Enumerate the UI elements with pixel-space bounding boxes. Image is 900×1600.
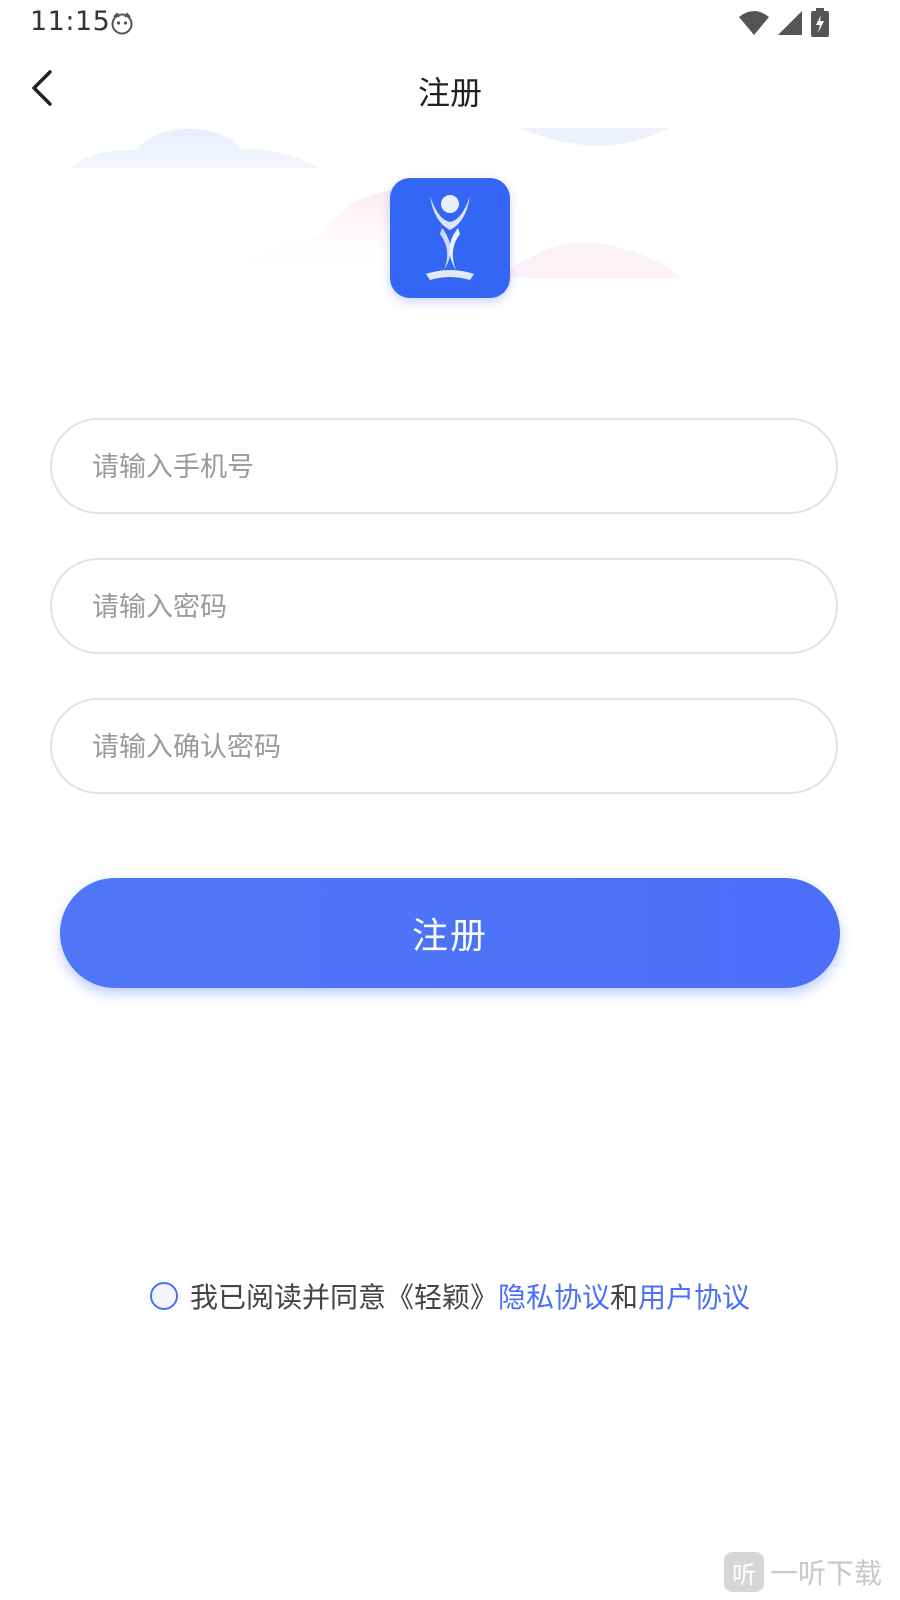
battery-icon — [811, 8, 829, 37]
watermark-text: 一听下载 — [769, 1557, 882, 1590]
page-title: 注册 — [417, 74, 482, 112]
cat-notification-icon — [111, 12, 133, 35]
confirm-password-field — [50, 698, 838, 794]
figure-logo-icon — [426, 195, 474, 280]
password-input[interactable] — [90, 560, 794, 654]
register-button[interactable]: 注册 — [60, 878, 840, 988]
agree-radio-button[interactable] — [150, 1282, 178, 1310]
app-logo — [390, 178, 510, 298]
watermark: 听 一听下载 — [723, 1552, 882, 1592]
agreement-conjunction: 和 — [610, 1281, 639, 1314]
phone-field — [50, 418, 838, 514]
agreement-row: 我已阅读并同意《轻颖》 隐私协议 和 用户协议 — [150, 1276, 750, 1316]
status-icons — [738, 8, 830, 38]
agreement-prefix: 我已阅读并同意《轻颖》 — [190, 1281, 499, 1314]
wifi-icon — [739, 11, 769, 35]
phone-input[interactable] — [90, 420, 794, 514]
status-bar: 11:15 — [0, 0, 900, 48]
nav-bar: 注册 — [0, 58, 900, 118]
signal-icon — [778, 11, 802, 35]
watermark-badge: 听 — [723, 1552, 764, 1592]
user-agreement-link[interactable]: 用户协议 — [638, 1276, 750, 1316]
password-field — [50, 558, 838, 654]
status-time: 11:15 — [30, 6, 111, 37]
privacy-policy-link[interactable]: 隐私协议 — [498, 1276, 610, 1316]
confirm-password-input[interactable] — [90, 700, 794, 794]
